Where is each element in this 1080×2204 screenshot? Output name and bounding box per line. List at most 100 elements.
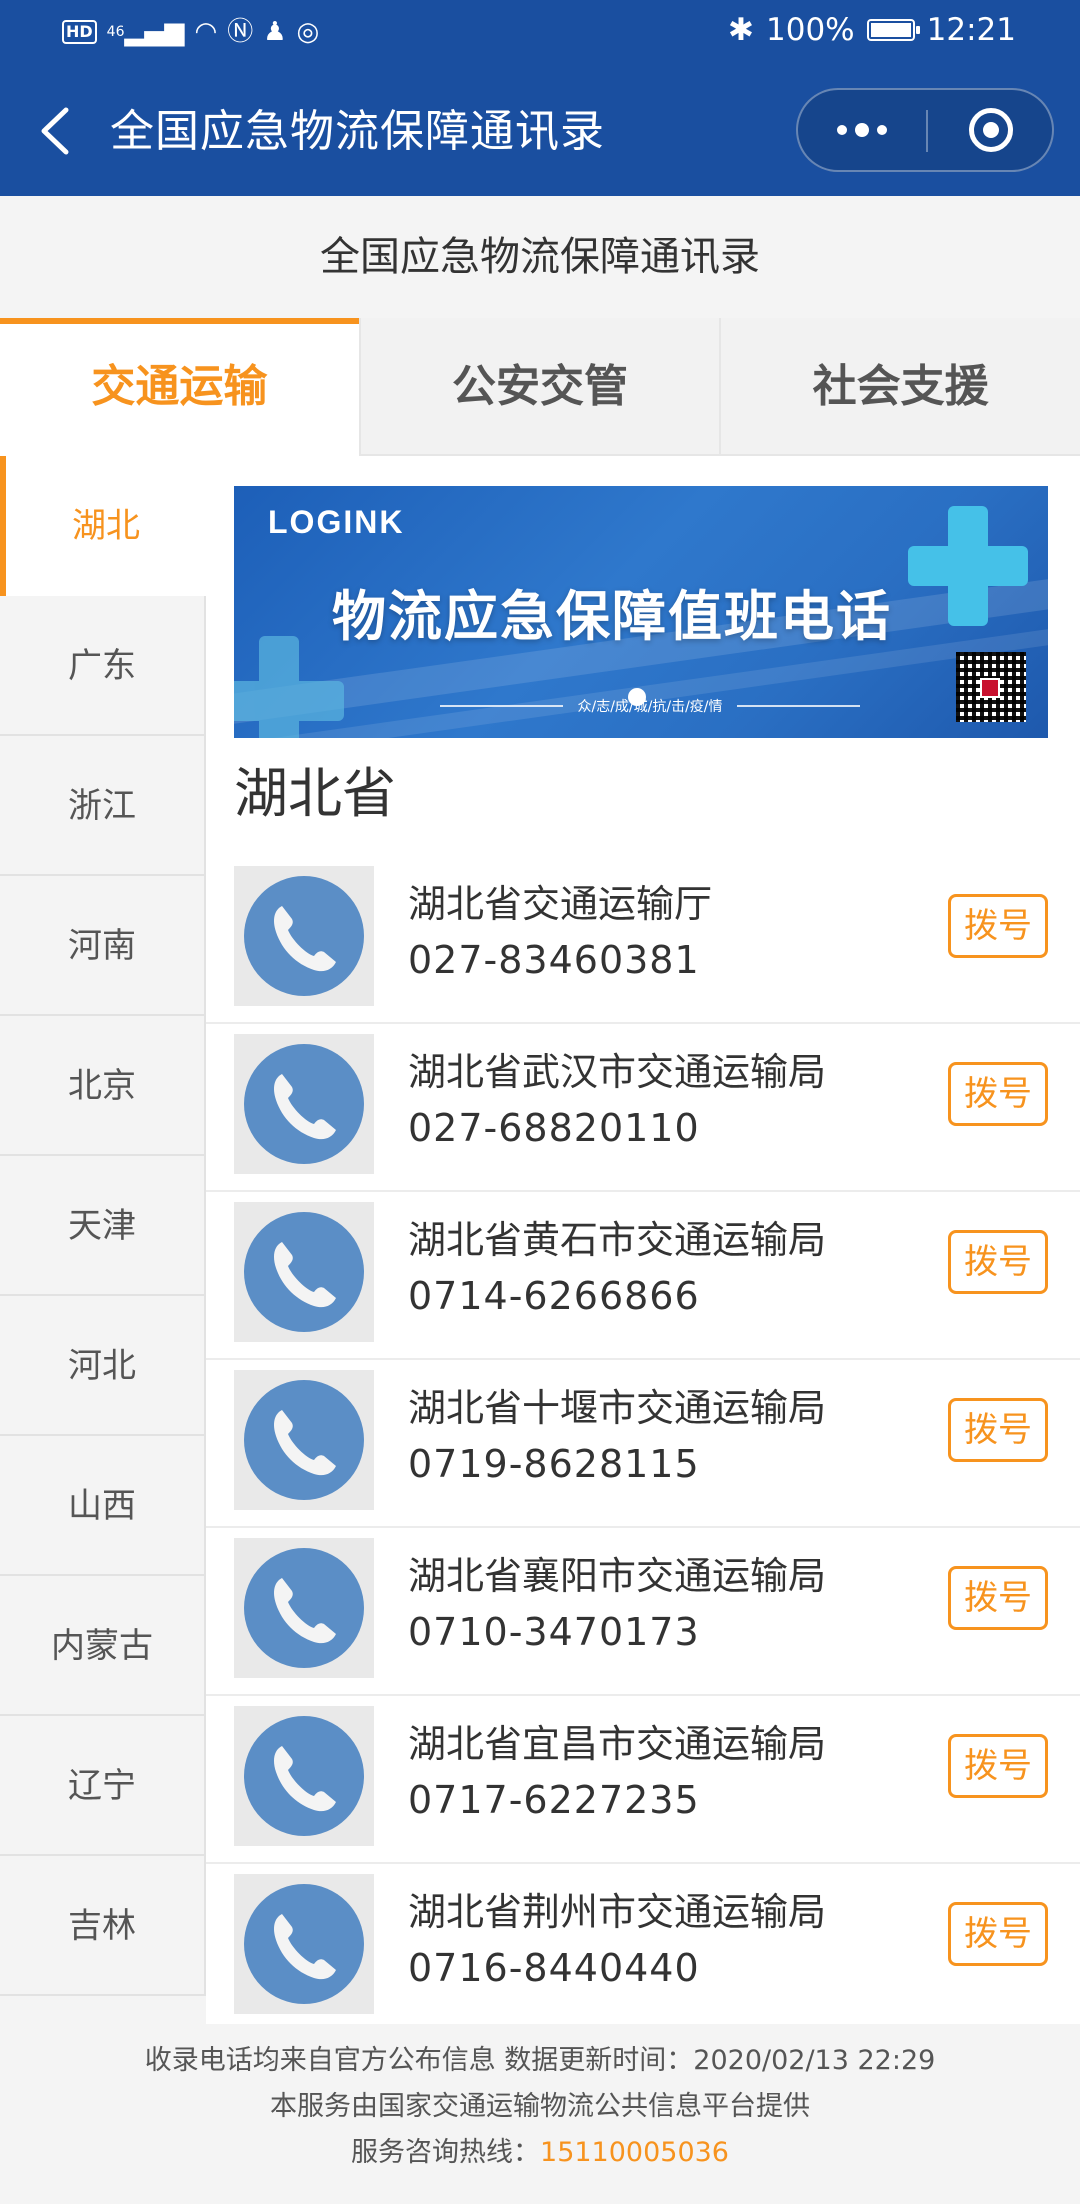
status-right: ✱ 100% 12:21 [728,12,1016,48]
contact-phone: 027-68820110 [408,1106,700,1150]
battery-fill [870,23,911,37]
footer: 收录电话均来自官方公布信息 数据更新时间：2020/02/13 22:29 本服… [0,2024,1080,2204]
contact-name: 湖北省襄阳市交通运输局 [408,1554,827,1598]
weibo-icon: ◎ [296,17,320,47]
sidebar-item-inner-mongolia[interactable]: 内蒙古 [0,1576,206,1716]
contact-phone: 0716-8440440 [408,1946,700,1990]
more-options-button[interactable] [798,90,926,170]
phone-icon [244,1212,364,1332]
page-title: 全国应急物流保障通讯录 [0,196,1080,318]
contact-name: 湖北省荆州市交通运输局 [408,1890,827,1934]
back-arrow-icon[interactable] [36,104,76,158]
phone-avatar [234,1202,374,1342]
sidebar-item-tianjin[interactable]: 天津 [0,1156,206,1296]
contact-row: 湖北省荆州市交通运输局 0716-8440440 拨号 [206,1864,1080,2032]
contact-name: 湖北省交通运输厅 [408,882,713,926]
medical-cross-icon [908,506,1028,626]
clock: 12:21 [926,12,1016,48]
sidebar-item-hebei[interactable]: 河北 [0,1296,206,1436]
contact-name: 湖北省十堰市交通运输局 [408,1386,827,1430]
contact-phone: 027-83460381 [408,938,700,982]
hd-badge: HD [62,20,97,44]
hotline-number[interactable]: 15110005036 [540,2137,729,2168]
phone-avatar [234,1034,374,1174]
hotline-label: 服务咨询热线： [351,2137,541,2168]
sidebar-item-henan[interactable]: 河南 [0,876,206,1016]
phone-avatar [234,1538,374,1678]
bluetooth-icon: ✱ [728,12,755,48]
battery-icon [866,19,920,41]
sidebar-item-jilin[interactable]: 吉林 [0,1856,206,1996]
nfc-icon: Ⓝ [227,17,254,47]
window-title: 全国应急物流保障通讯录 [110,106,605,157]
tab-traffic-police[interactable]: 公安交管 [358,318,720,456]
footer-data-source: 收录电话均来自官方公布信息 数据更新时间：2020/02/13 22:29 [144,2045,936,2076]
dial-button[interactable]: 拨号 [948,1230,1048,1294]
close-miniprogram-button[interactable] [928,90,1054,170]
carousel-dot-indicator [628,688,646,706]
banner-headline: 物流应急保障值班电话 [332,584,892,648]
slogan-text: 众/志/成/城/抗/击/疫/情 [577,699,723,715]
contact-name: 湖北省宜昌市交通运输局 [408,1722,827,1766]
footer-hotline: 服务咨询热线：15110005036 [0,2130,1080,2176]
status-bar: HD 46▂▄▆ ◠ Ⓝ ♟ ◎ ✱ 100% 12:21 [0,0,1080,66]
phone-avatar [234,866,374,1006]
sidebar-item-guangdong[interactable]: 广东 [0,596,206,736]
banner-slogan: 众/志/成/城/抗/击/疫/情 [440,696,860,716]
dial-button[interactable]: 拨号 [948,1902,1048,1966]
phone-icon [244,1716,364,1836]
4g-signal-icon: 46▂▄▆ [106,17,185,47]
contact-list: 湖北省交通运输厅 027-83460381 拨号 湖北省武汉市交通运输局 027… [206,856,1080,2032]
dial-button[interactable]: 拨号 [948,1062,1048,1126]
qq-icon: ♟ [263,17,287,47]
dot-icon [877,125,887,135]
contact-phone: 0710-3470173 [408,1610,700,1654]
phone-avatar [234,1370,374,1510]
contact-row: 湖北省十堰市交通运输局 0719-8628115 拨号 [206,1360,1080,1528]
banner-logo: LOGINK [268,504,405,540]
phone-avatar [234,1706,374,1846]
sidebar-item-hubei[interactable]: 湖北 [0,456,206,596]
dial-button[interactable]: 拨号 [948,894,1048,958]
contact-row: 湖北省交通运输厅 027-83460381 拨号 [206,856,1080,1024]
phone-avatar [234,1874,374,2014]
section-title: 湖北省 [234,762,396,825]
sidebar-item-beijing[interactable]: 北京 [0,1016,206,1156]
title-bar: 全国应急物流保障通讯录 [0,66,1080,196]
sidebar-item-liaoning[interactable]: 辽宁 [0,1716,206,1856]
contact-row: 湖北省宜昌市交通运输局 0717-6227235 拨号 [206,1696,1080,1864]
contact-name: 湖北省黄石市交通运输局 [408,1218,827,1262]
contact-row: 湖北省黄石市交通运输局 0714-6266866 拨号 [206,1192,1080,1360]
contact-row: 湖北省襄阳市交通运输局 0710-3470173 拨号 [206,1528,1080,1696]
target-ring-icon [969,108,1013,152]
phone-icon [244,1884,364,2004]
phone-icon [244,1548,364,1668]
phone-icon [244,1380,364,1500]
province-sidebar: 湖北 广东 浙江 河南 北京 天津 河北 山西 内蒙古 辽宁 吉林 [0,456,206,2024]
wifi-icon: ◠ [194,17,218,47]
banner-image[interactable]: LOGINK 物流应急保障值班电话 众/志/成/城/抗/击/疫/情 [234,486,1048,738]
tab-transport[interactable]: 交通运输 [0,318,359,456]
medical-cross-icon [234,636,344,738]
sidebar-item-shanxi[interactable]: 山西 [0,1436,206,1576]
footer-provider: 本服务由国家交通运输物流公共信息平台提供 [270,2091,810,2122]
dial-button[interactable]: 拨号 [948,1734,1048,1798]
contact-phone: 0714-6266866 [408,1274,700,1318]
contact-phone: 0717-6227235 [408,1778,700,1822]
qr-center-logo [980,678,1000,698]
dial-button[interactable]: 拨号 [948,1566,1048,1630]
battery-percent: 100% [766,12,855,48]
contact-row: 湖北省武汉市交通运输局 027-68820110 拨号 [206,1024,1080,1192]
sidebar-item-zhejiang[interactable]: 浙江 [0,736,206,876]
contact-panel: LOGINK 物流应急保障值班电话 众/志/成/城/抗/击/疫/情 湖北省 湖北… [206,456,1080,2032]
dot-icon [855,123,869,137]
contact-phone: 0719-8628115 [408,1442,700,1486]
tab-social-support[interactable]: 社会支援 [719,318,1080,456]
slogan-line [440,705,564,707]
category-tabs: 交通运输 公安交管 社会支援 [0,318,1080,456]
slogan-line [736,705,860,707]
phone-icon [244,1044,364,1164]
phone-icon [244,876,364,996]
dot-icon [837,125,847,135]
dial-button[interactable]: 拨号 [948,1398,1048,1462]
